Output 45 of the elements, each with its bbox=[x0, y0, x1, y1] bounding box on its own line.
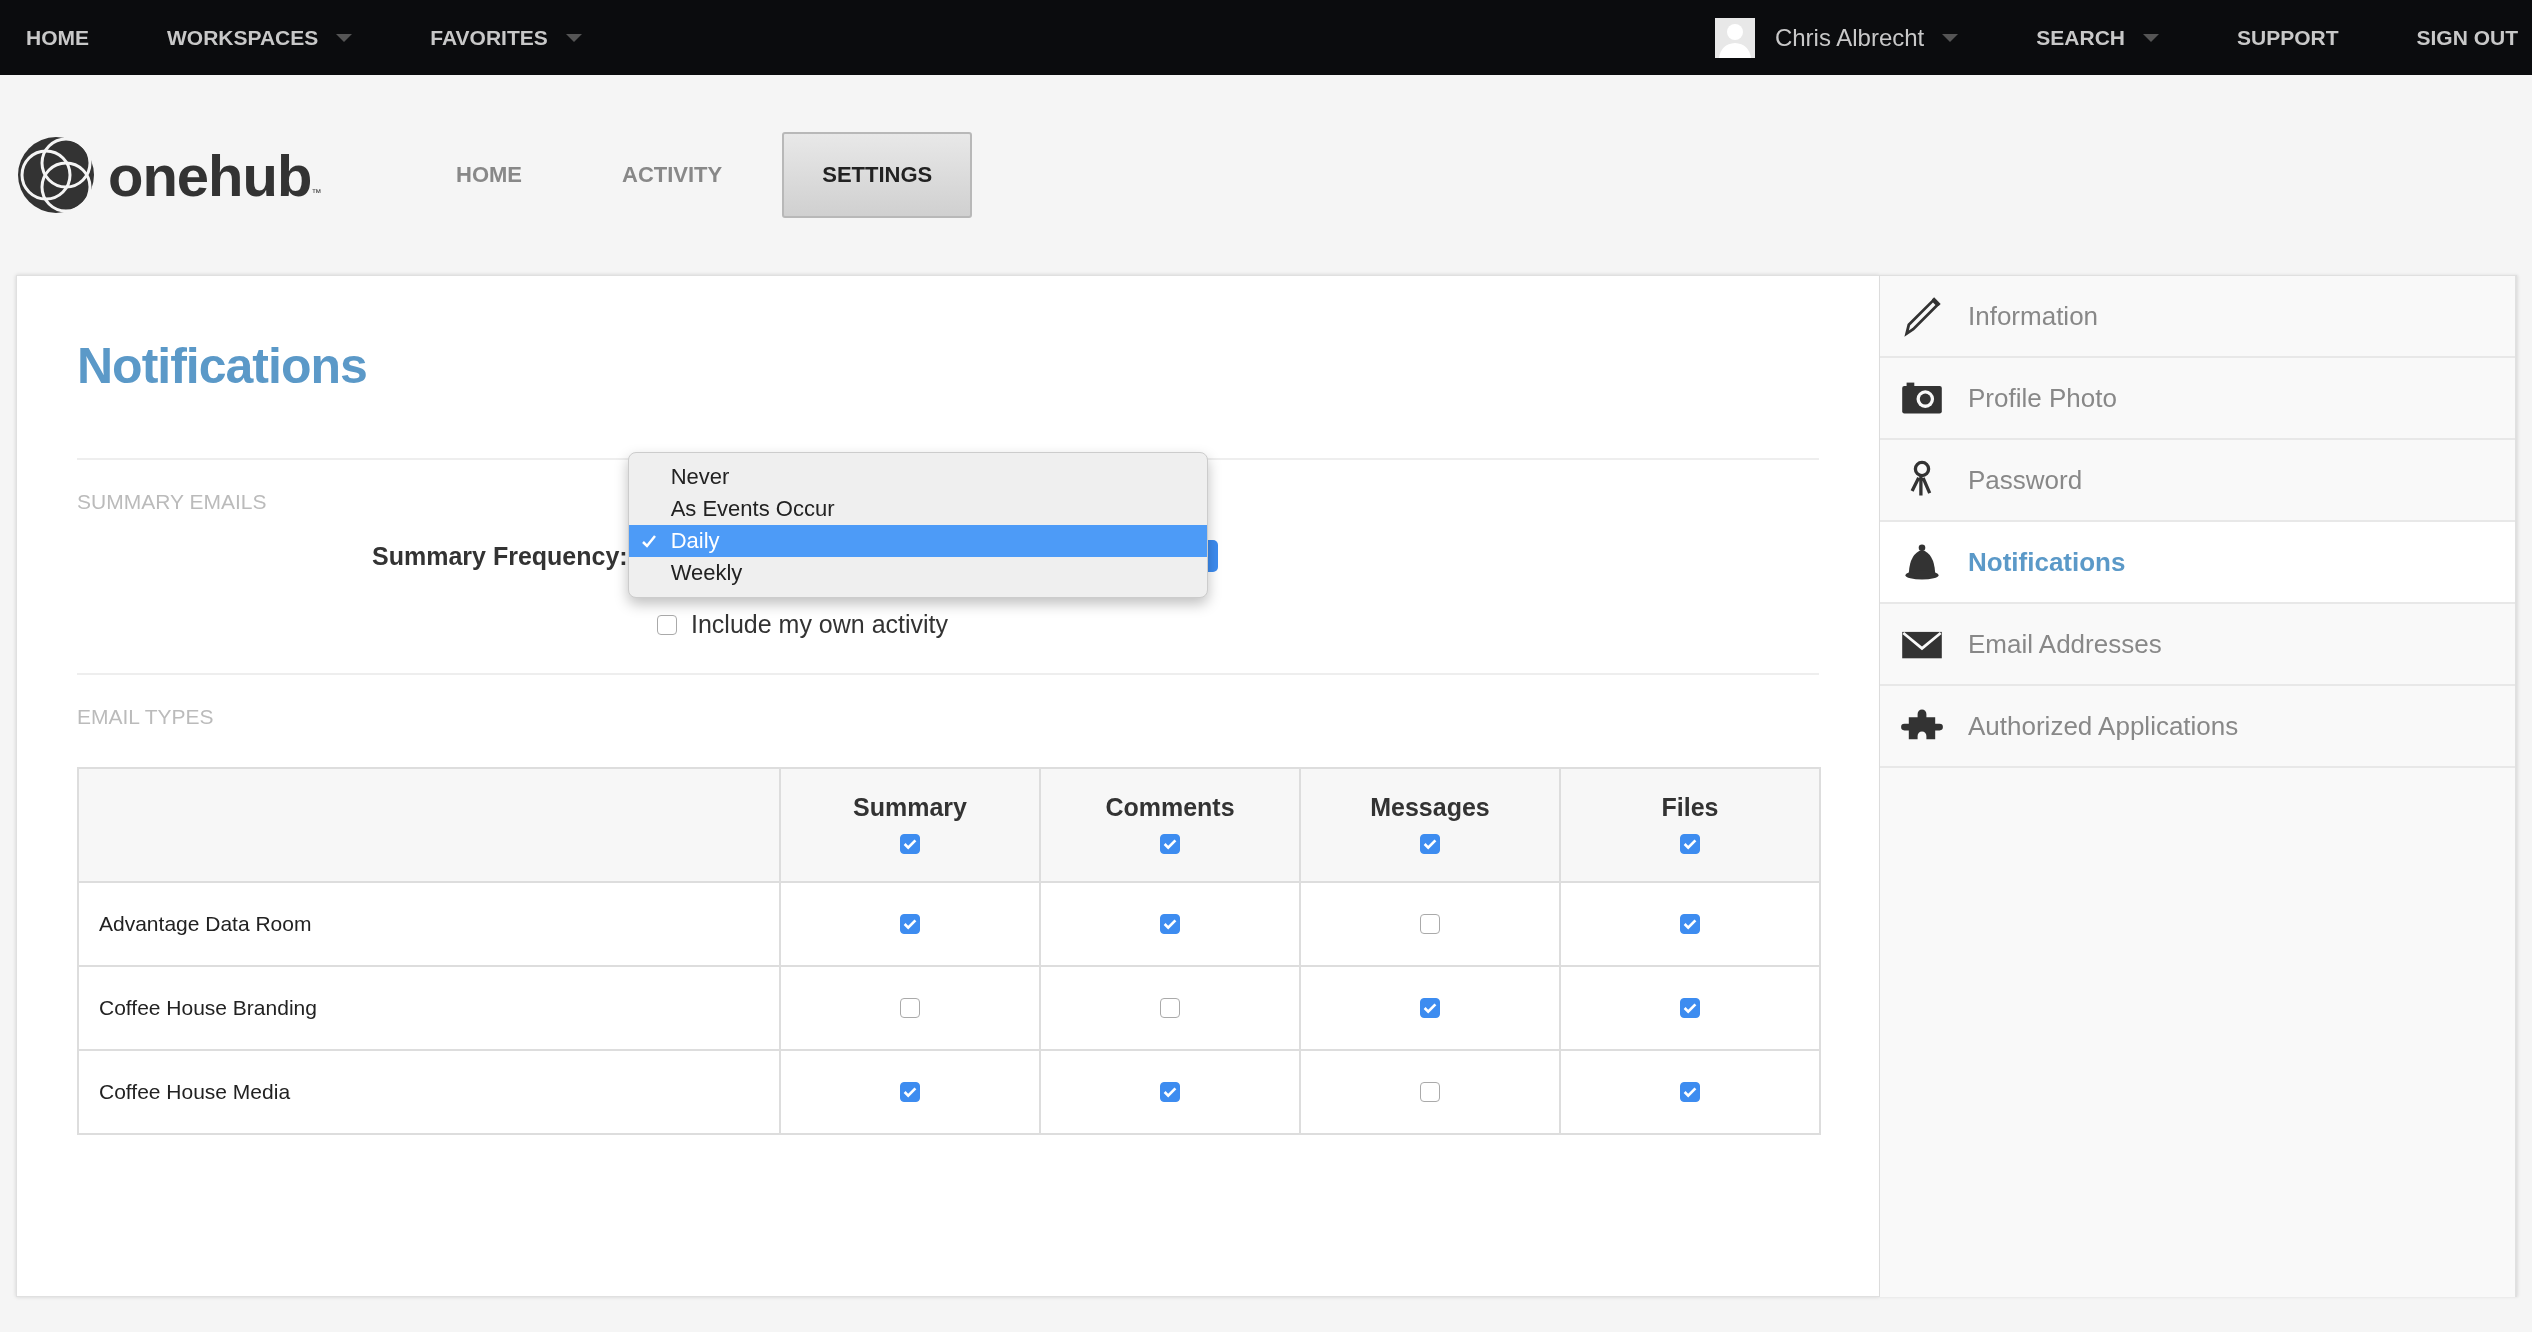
nav-link[interactable]: SEARCH bbox=[2036, 25, 2159, 50]
checkbox[interactable] bbox=[657, 614, 677, 635]
dropdown-option[interactable]: As Events Occur bbox=[628, 493, 1207, 525]
trademark-mark: ™ bbox=[311, 187, 322, 198]
field-label: Summary Frequency: bbox=[372, 541, 628, 571]
column-header: Comments bbox=[1104, 793, 1236, 822]
checkbox[interactable] bbox=[1680, 914, 1700, 934]
checkbox[interactable] bbox=[1420, 834, 1440, 855]
nav-link[interactable]: WORKSPACES bbox=[167, 25, 353, 50]
workspace-name: Advantage Data Room bbox=[99, 912, 312, 935]
checkbox[interactable] bbox=[1160, 1082, 1180, 1102]
nav-link[interactable]: SIGN OUT bbox=[2416, 25, 2518, 50]
section-heading: SUMMARY EMAILS bbox=[77, 490, 267, 514]
checkbox[interactable] bbox=[900, 914, 920, 934]
page-title: Notifications bbox=[77, 337, 368, 396]
user-menu[interactable]: Chris Albrecht bbox=[1774, 23, 1959, 52]
checkbox[interactable] bbox=[1160, 998, 1180, 1018]
checkbox[interactable] bbox=[1420, 914, 1440, 934]
nav-link[interactable]: HOME bbox=[26, 25, 89, 50]
checkbox[interactable] bbox=[1680, 998, 1700, 1018]
tab[interactable]: SETTINGS bbox=[782, 132, 973, 218]
dropdown-option[interactable]: Never bbox=[628, 461, 1207, 493]
logo-icon bbox=[16, 135, 96, 215]
checkbox[interactable] bbox=[1680, 834, 1700, 855]
checkbox[interactable] bbox=[1680, 1082, 1700, 1102]
dropdown-option[interactable]: Weekly bbox=[628, 557, 1207, 589]
avatar-icon bbox=[1714, 17, 1755, 58]
checkbox[interactable] bbox=[1420, 1082, 1440, 1102]
checkbox[interactable] bbox=[1420, 998, 1440, 1018]
column-header: Summary bbox=[852, 793, 968, 822]
workspace-name: Coffee House Media bbox=[99, 1080, 291, 1103]
nav-link[interactable]: FAVORITES bbox=[430, 25, 582, 50]
checkbox[interactable] bbox=[900, 834, 920, 855]
checkmark-icon bbox=[640, 533, 657, 549]
workspace-name: Coffee House Branding bbox=[99, 996, 317, 1019]
checkbox[interactable] bbox=[1160, 834, 1180, 855]
logo-text: onehub bbox=[108, 141, 312, 209]
checkbox[interactable] bbox=[900, 998, 920, 1018]
column-header: Files bbox=[1660, 793, 1720, 822]
column-header: Messages bbox=[1369, 793, 1491, 822]
checkbox-label: Include my own activity bbox=[691, 610, 949, 639]
checkbox[interactable] bbox=[900, 1082, 920, 1102]
checkbox[interactable] bbox=[1160, 914, 1180, 934]
nav-link[interactable]: SUPPORT bbox=[2236, 25, 2339, 50]
section-heading: EMAIL TYPES bbox=[77, 705, 214, 729]
